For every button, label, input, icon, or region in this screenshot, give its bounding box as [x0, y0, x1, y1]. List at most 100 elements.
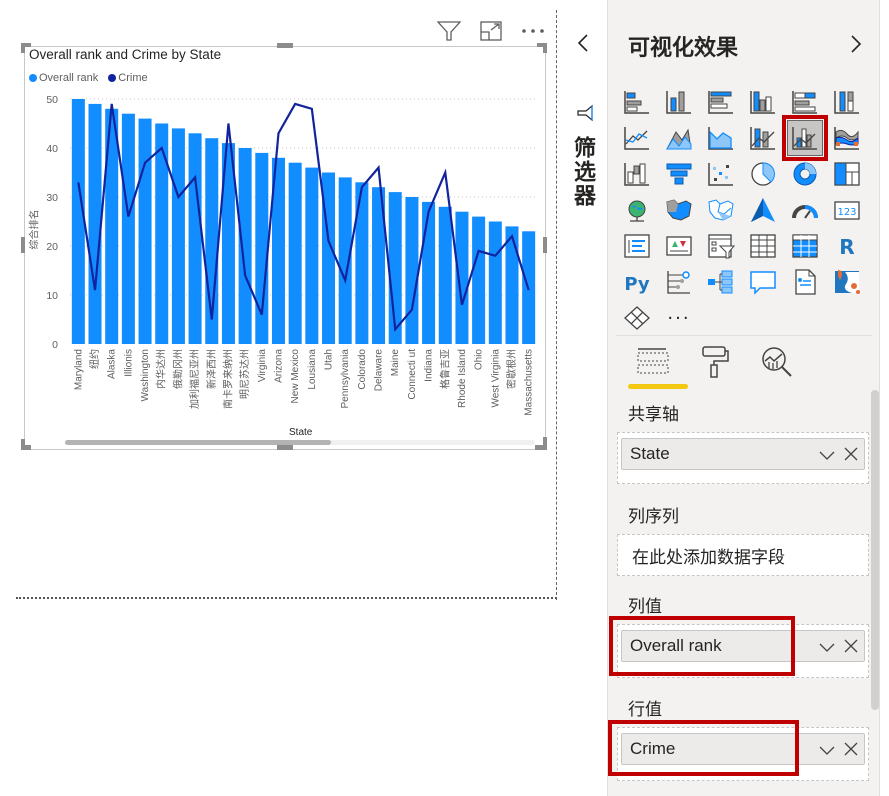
well-line-values[interactable]: Crime	[617, 727, 869, 781]
visual-type-100-stacked-column-chart[interactable]	[826, 84, 868, 120]
visual-type-card[interactable]: 123	[826, 192, 868, 228]
bar[interactable]	[138, 118, 152, 344]
bar[interactable]	[288, 162, 302, 344]
visual-type-clustered-column-chart[interactable]	[742, 84, 784, 120]
visual-type-arcgis-map[interactable]	[826, 264, 868, 300]
visual-type-line-chart[interactable]	[616, 120, 658, 156]
visual-type-smart-narrative[interactable]	[784, 264, 826, 300]
focus-mode-button[interactable]	[470, 18, 512, 44]
chevron-left-icon	[577, 34, 588, 52]
visual-type-r-visual[interactable]: R	[826, 228, 868, 264]
bar[interactable]	[171, 128, 185, 344]
field-pill-state[interactable]: State	[621, 438, 865, 470]
bar[interactable]	[505, 226, 519, 344]
filters-pane-collapsed[interactable]: 筛选器	[558, 0, 607, 796]
visual-type-line-and-stacked-column-chart[interactable]	[742, 120, 784, 156]
chevron-down-icon[interactable]	[818, 447, 836, 463]
visual-type-power-apps[interactable]	[616, 300, 658, 336]
visual-type-line-and-clustered-column-chart[interactable]	[782, 115, 828, 161]
x-tick-label: Illionis	[123, 349, 134, 377]
well-column-values[interactable]: Overall rank	[617, 624, 869, 678]
chevron-down-icon[interactable]	[818, 639, 836, 655]
visual-type-gauge[interactable]	[784, 192, 826, 228]
visual-type-stacked-bar-chart[interactable]	[616, 84, 658, 120]
visual-type-kpi[interactable]	[658, 228, 700, 264]
more-options-button[interactable]	[512, 18, 554, 44]
x-tick-label: 密歇根州	[505, 349, 518, 389]
tab-fields[interactable]	[628, 343, 678, 381]
visual-filter-button[interactable]	[428, 18, 470, 44]
bar[interactable]	[255, 152, 269, 344]
field-pill-overall-rank[interactable]: Overall rank	[621, 630, 865, 662]
filters-expand-button[interactable]	[574, 32, 592, 54]
well-shared-axis[interactable]: State	[617, 432, 869, 484]
x-tick-label: 格鲁吉亚	[438, 349, 451, 389]
bar[interactable]	[188, 133, 202, 344]
filled-map-icon	[666, 199, 692, 221]
bar[interactable]	[305, 167, 319, 344]
visual-type-filled-map[interactable]	[658, 192, 700, 228]
pane-collapse-button[interactable]	[846, 32, 866, 56]
visual-type-matrix[interactable]	[784, 228, 826, 264]
visual-type-area-chart[interactable]	[658, 120, 700, 156]
x-tick-label: Indiana	[424, 349, 435, 382]
bar[interactable]	[88, 103, 102, 345]
visual-type-funnel-chart[interactable]	[658, 156, 700, 192]
donut-chart-icon	[793, 162, 817, 186]
bar[interactable]	[455, 211, 469, 344]
y-tick-label: 30	[46, 192, 58, 204]
visual-type-map[interactable]	[616, 192, 658, 228]
chart-visual[interactable]: Overall rank and Crime by State Overall …	[21, 43, 547, 450]
tab-analytics[interactable]	[752, 343, 802, 381]
well-column-series[interactable]: 在此处添加数据字段	[617, 534, 869, 576]
bar[interactable]	[405, 197, 419, 344]
visual-type-waterfall-chart[interactable]	[616, 156, 658, 192]
visual-type-stacked-area-chart[interactable]	[700, 120, 742, 156]
visual-type-donut-chart[interactable]	[784, 156, 826, 192]
x-tick-label: 内华达州	[155, 349, 168, 389]
x-tick-label: Maryland	[73, 349, 84, 390]
tab-format[interactable]	[690, 343, 740, 381]
report-canvas: Overall rank and Crime by State Overall …	[0, 0, 889, 796]
bar[interactable]	[238, 148, 252, 344]
close-icon[interactable]	[843, 446, 859, 462]
field-pill-crime[interactable]: Crime	[621, 733, 865, 765]
bar[interactable]	[71, 99, 85, 344]
visual-type-more-visuals[interactable]: ···	[658, 300, 700, 336]
y-tick-label: 40	[46, 143, 58, 155]
x-tick-label: 纽约	[88, 349, 101, 369]
visual-type-slicer[interactable]	[700, 228, 742, 264]
visual-type-python-visual[interactable]: Py	[616, 264, 658, 300]
bar[interactable]	[422, 201, 436, 344]
close-icon[interactable]	[843, 638, 859, 654]
bar[interactable]	[121, 113, 135, 344]
visual-type-clustered-bar-chart[interactable]	[700, 84, 742, 120]
card-icon: 123	[834, 201, 860, 220]
horizontal-scrollbar-thumb[interactable]	[65, 440, 331, 445]
visual-type-qna[interactable]	[742, 264, 784, 300]
visual-type-shape-map[interactable]	[700, 192, 742, 228]
visual-type-gallery: 123 R Py ···	[616, 84, 868, 336]
pane-scrollbar[interactable]	[871, 390, 879, 710]
visual-type-table[interactable]	[742, 228, 784, 264]
bar[interactable]	[488, 221, 502, 345]
close-icon[interactable]	[843, 741, 859, 757]
more-visuals-icon: ···	[667, 307, 691, 329]
visual-type-scatter-chart[interactable]	[700, 156, 742, 192]
visual-type-key-influencers[interactable]	[658, 264, 700, 300]
bar[interactable]	[155, 123, 169, 345]
visual-type-100-stacked-bar-chart[interactable]	[784, 84, 826, 120]
chevron-down-icon[interactable]	[818, 742, 836, 758]
visual-type-stacked-column-chart[interactable]	[658, 84, 700, 120]
visual-type-treemap[interactable]	[826, 156, 868, 192]
well-placeholder[interactable]: 在此处添加数据字段	[632, 543, 785, 568]
visual-type-pie-chart[interactable]	[742, 156, 784, 192]
bar[interactable]	[472, 216, 486, 344]
visual-type-decomposition-tree[interactable]	[700, 264, 742, 300]
focus-mode-icon	[480, 21, 502, 41]
bar[interactable]	[438, 206, 452, 344]
well-label-line-values: 行值	[628, 700, 662, 720]
visual-type-multi-row-card[interactable]	[616, 228, 658, 264]
visual-type-ribbon-chart[interactable]	[826, 120, 868, 156]
visual-type-azure-map[interactable]	[742, 192, 784, 228]
